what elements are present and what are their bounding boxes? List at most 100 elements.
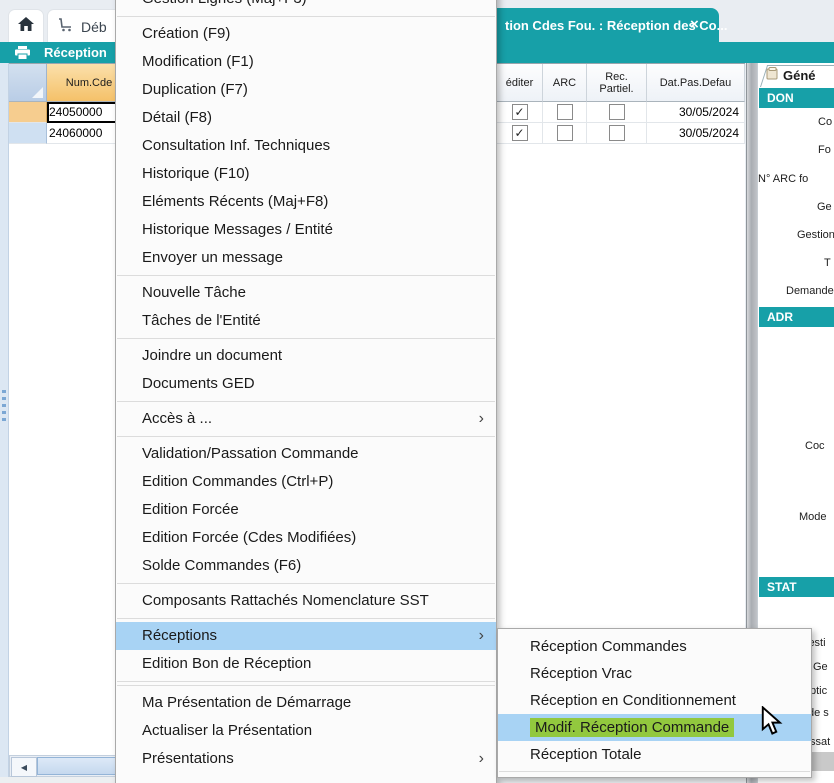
menu-item-creation[interactable]: Création (F9): [116, 20, 496, 48]
menu-item-elements-recents[interactable]: Eléments Récents (Maj+F8): [116, 188, 496, 216]
col-header-editer[interactable]: éditer: [497, 64, 543, 102]
col-header-rec-partiel[interactable]: Rec. Partiel.: [587, 64, 647, 102]
cell-rec-partiel[interactable]: [587, 123, 647, 144]
menu-separator: [117, 681, 495, 682]
checkbox-unchecked[interactable]: [609, 125, 625, 141]
menu-separator: [117, 685, 495, 686]
row-selector[interactable]: [9, 123, 47, 144]
menu-separator: [117, 16, 495, 17]
app-window: Déb tion Cdes Fou. : Réception des Co...…: [0, 0, 834, 783]
cart-icon: [58, 18, 74, 35]
menu-item-consultation-inf[interactable]: Consultation Inf. Techniques: [116, 132, 496, 160]
cell-editer[interactable]: ✓: [497, 123, 543, 144]
note-icon: [766, 67, 779, 83]
submenu-arrow-icon: ›: [479, 405, 484, 433]
cell-arc[interactable]: [543, 123, 587, 144]
menu-item-edition-forcee-modifiees[interactable]: Edition Forcée (Cdes Modifiées): [116, 524, 496, 552]
scroll-left-button[interactable]: ◀: [11, 757, 37, 777]
menu-item-label: Présentations: [142, 750, 234, 767]
field-label: Coc: [805, 440, 825, 452]
menu-item-edition-forcee[interactable]: Edition Forcée: [116, 496, 496, 524]
submenu-arrow-icon: ›: [479, 622, 484, 650]
checkbox-unchecked[interactable]: [557, 104, 573, 120]
row-selector[interactable]: [9, 102, 47, 123]
menu-item-label: Accès à ...: [142, 410, 212, 427]
checkbox-checked[interactable]: ✓: [512, 125, 528, 141]
menu-item-solde-commandes[interactable]: Solde Commandes (F6): [116, 552, 496, 580]
section-header-adresse: ADR: [759, 307, 834, 327]
section-header-partial: [810, 752, 834, 771]
corner-triangle-icon: [32, 87, 43, 98]
menu-item-acces-a[interactable]: Accès à ... ›: [116, 405, 496, 433]
field-label-fragment: Ge: [813, 661, 828, 673]
menu-item-presentations[interactable]: Présentations ›: [116, 745, 496, 773]
section-header-statut: STAT: [759, 577, 834, 597]
menu-separator: [117, 436, 495, 437]
cell-editer[interactable]: ✓: [497, 102, 543, 123]
panel-tab-general-label[interactable]: Géné: [766, 67, 816, 83]
menu-separator: [117, 275, 495, 276]
home-icon: [18, 17, 34, 37]
menu-item-composants-rattaches[interactable]: Composants Rattachés Nomenclature SST: [116, 587, 496, 615]
menu-separator: [499, 771, 810, 772]
checkbox-checked[interactable]: ✓: [512, 104, 528, 120]
menu-item-envoyer-message[interactable]: Envoyer un message: [116, 244, 496, 272]
menu-item-receptions[interactable]: Réceptions ›: [116, 622, 496, 650]
receptions-submenu: Réception Commandes Réception Vrac Récep…: [497, 628, 812, 778]
field-label: N° ARC fo: [758, 173, 808, 185]
tab-close-icon[interactable]: ×: [690, 16, 699, 33]
checkbox-unchecked[interactable]: [609, 104, 625, 120]
field-label: Ge: [817, 201, 832, 213]
menu-separator: [117, 618, 495, 619]
field-label: Co: [818, 116, 832, 128]
cell-rec-partiel[interactable]: [587, 102, 647, 123]
checkbox-unchecked[interactable]: [557, 125, 573, 141]
menu-separator: [117, 583, 495, 584]
cell-date[interactable]: 30/05/2024: [647, 123, 745, 144]
menu-item-validation-passation[interactable]: Validation/Passation Commande: [116, 440, 496, 468]
submenu-item-reception-totale[interactable]: Réception Totale: [498, 741, 811, 768]
menu-item-ma-presentation[interactable]: Ma Présentation de Démarrage: [116, 689, 496, 717]
col-header-arc[interactable]: ARC: [543, 64, 587, 102]
menu-item-taches-entite[interactable]: Tâches de l'Entité: [116, 307, 496, 335]
home-tab[interactable]: [8, 9, 44, 43]
menu-item-gestion-lignes[interactable]: Gestion Lignes (Maj+F3): [116, 0, 496, 13]
field-label-fragment: ssat: [810, 736, 830, 748]
submenu-item-reception-vrac[interactable]: Réception Vrac: [498, 660, 811, 687]
highlighted-target-label: Modif. Réception Commande: [530, 718, 734, 737]
cell-arc[interactable]: [543, 102, 587, 123]
col-header-date[interactable]: Dat.Pas.Defau: [647, 64, 745, 102]
field-label: T: [824, 257, 831, 269]
menu-item-historique-messages[interactable]: Historique Messages / Entité: [116, 216, 496, 244]
menu-separator: [117, 338, 495, 339]
field-label: Gestion: [797, 229, 834, 241]
grid-corner-cell[interactable]: [9, 64, 47, 102]
toolbar-title: Réception: [44, 45, 107, 60]
section-header-donnees: DON: [759, 88, 834, 108]
field-label: Fo: [818, 144, 831, 156]
field-label: Demande: [786, 285, 834, 297]
menu-item-label: Réceptions: [142, 627, 217, 644]
submenu-arrow-icon: ›: [479, 745, 484, 773]
menu-item-edition-bon-reception[interactable]: Edition Bon de Réception: [116, 650, 496, 678]
menu-item-modification[interactable]: Modification (F1): [116, 48, 496, 76]
menu-item-edition-commandes[interactable]: Edition Commandes (Ctrl+P): [116, 468, 496, 496]
field-label-fragment: ptic: [810, 685, 827, 697]
scroll-left-icon: ◀: [21, 763, 27, 772]
mouse-cursor-icon: [760, 706, 786, 741]
menu-item-detail[interactable]: Détail (F8): [116, 104, 496, 132]
cell-date[interactable]: 30/05/2024: [647, 102, 745, 123]
menu-item-joindre-document[interactable]: Joindre un document: [116, 342, 496, 370]
menu-item-historique[interactable]: Historique (F10): [116, 160, 496, 188]
panel-tab-text: Géné: [783, 68, 816, 83]
submenu-item-reception-commandes[interactable]: Réception Commandes: [498, 633, 811, 660]
left-splitter[interactable]: [0, 63, 9, 783]
tab-label: Déb: [81, 19, 107, 35]
context-menu: Gestion Lignes (Maj+F3) Création (F9) Mo…: [115, 0, 497, 783]
menu-item-documents-ged[interactable]: Documents GED: [116, 370, 496, 398]
menu-item-actualiser-presentation[interactable]: Actualiser la Présentation: [116, 717, 496, 745]
menu-item-duplication[interactable]: Duplication (F7): [116, 76, 496, 104]
menu-separator: [117, 401, 495, 402]
field-label: Mode: [799, 511, 827, 523]
menu-item-nouvelle-tache[interactable]: Nouvelle Tâche: [116, 279, 496, 307]
